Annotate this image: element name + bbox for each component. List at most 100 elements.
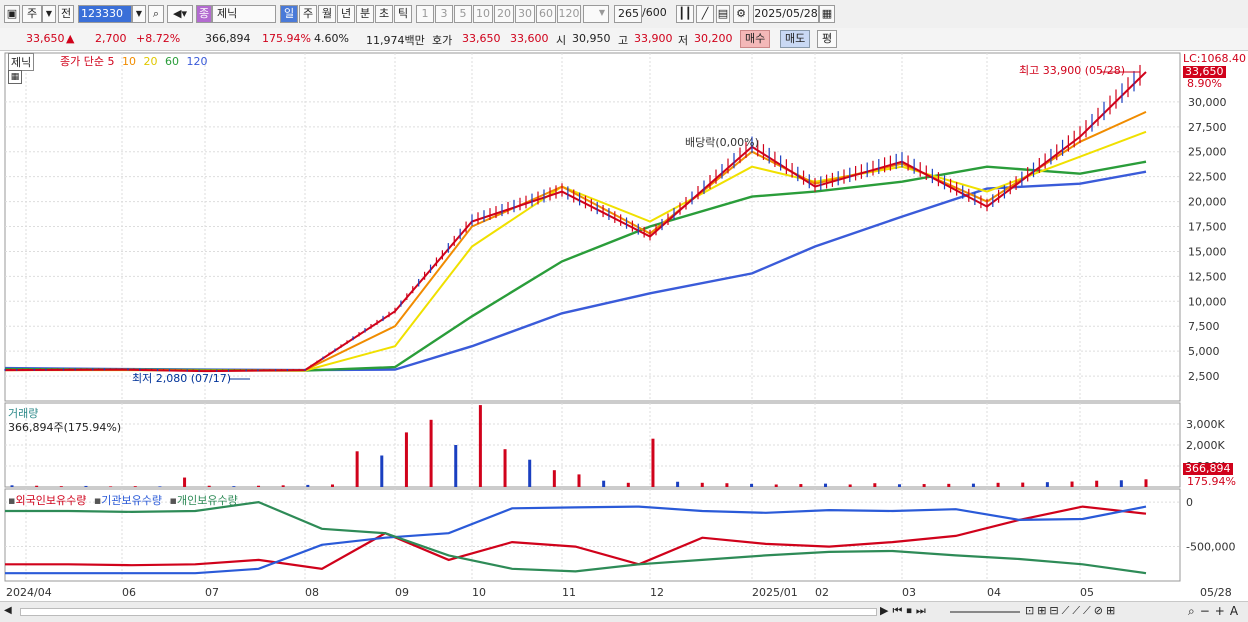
gear-icon[interactable]: ⚙ — [733, 5, 749, 23]
ma5-label: 5 — [107, 55, 115, 68]
table-icon[interactable]: ▦ — [8, 70, 22, 84]
interval-60-button[interactable]: 60 — [536, 5, 556, 23]
volume-bar — [380, 455, 384, 487]
volume-bar — [306, 484, 310, 487]
volume-ratio-tag: 175.94% — [1187, 475, 1236, 488]
lc-label: LC:1068.40 — [1183, 52, 1247, 65]
y-tick-label: 27,500 — [1188, 121, 1227, 134]
volume-bar — [207, 485, 211, 487]
volume-bar — [59, 486, 63, 487]
last-rate-tag: 8.90% — [1187, 77, 1222, 90]
item-type-badge: 종 — [196, 5, 212, 23]
zoom-slider[interactable] — [950, 611, 1020, 613]
volume-value: 366,894 — [205, 32, 251, 45]
calendar-icon[interactable]: ▦ — [819, 5, 835, 23]
institution-holding-label: 기관보유수량 — [101, 494, 163, 507]
buy-button[interactable]: 매수 — [740, 30, 771, 48]
ma-legend: 종가 단순 5 10 20 60 120 — [60, 53, 207, 69]
speaker-icon[interactable]: ◀▾ — [167, 5, 193, 23]
x-tick-label: 12 — [650, 586, 664, 599]
market-select[interactable]: 주 — [22, 5, 42, 23]
trade-amount: 11,974백만 — [366, 34, 425, 47]
volume-bar — [478, 405, 482, 487]
x-tick-label: 07 — [205, 586, 219, 599]
period-month-button[interactable]: 월 — [318, 5, 336, 23]
volume-bar — [1119, 480, 1123, 487]
volume-bar — [429, 419, 433, 487]
scroll-left-icon[interactable]: ◀ — [4, 605, 12, 616]
bid-price: 33,600 — [510, 32, 549, 45]
interval-5-button[interactable]: 5 — [454, 5, 472, 23]
eval-button[interactable]: 평 — [817, 30, 838, 48]
quote-bar: 33,650 ▲ 2,700 +8.72% 366,894 175.94% 4.… — [0, 28, 1248, 51]
interval-120-button[interactable]: 120 — [557, 5, 581, 23]
x-tick-label: 09 — [395, 586, 409, 599]
volume-bar — [1070, 481, 1074, 487]
stock-code-input[interactable]: 123330 — [78, 5, 132, 23]
window-icon[interactable]: ▣ — [4, 5, 20, 23]
interval-3-button[interactable]: 3 — [435, 5, 453, 23]
code-dropdown-icon[interactable]: ▼ — [132, 5, 146, 23]
volume-bar — [10, 485, 14, 487]
interval-10-button[interactable]: 10 — [473, 5, 493, 23]
interval-dropdown-icon[interactable]: ▼ — [596, 5, 608, 23]
period-year-button[interactable]: 년 — [337, 5, 355, 23]
search-icon[interactable]: ⌕ — [148, 5, 164, 23]
playback-controls[interactable]: ▶⏮⏹⏭ — [880, 604, 930, 618]
zoom-controls[interactable]: ⌕−+A — [1188, 604, 1243, 619]
candle-icon[interactable]: ┃┃ — [676, 5, 694, 23]
drawing-tools-icons[interactable]: ⊡⊞⊟⟋⟋⟋⊘⊞ — [1025, 604, 1118, 618]
x-tick-label: 10 — [472, 586, 486, 599]
volume-bar — [84, 485, 88, 487]
volume-bar — [232, 486, 236, 487]
volume-bar — [848, 484, 852, 487]
y-tick-label: 22,500 — [1188, 171, 1227, 184]
period-tick-button[interactable]: 틱 — [394, 5, 412, 23]
high-price: 33,900 — [634, 32, 673, 45]
all-toggle[interactable]: 전 — [58, 5, 74, 23]
interval-20-button[interactable]: 20 — [494, 5, 514, 23]
low-label: 저 — [678, 34, 689, 47]
chevron-down-icon[interactable]: ▼ — [42, 5, 56, 23]
volume-bar — [996, 482, 1000, 487]
interval-1-button[interactable]: 1 — [416, 5, 434, 23]
volume-ratio: 175.94% — [262, 32, 311, 45]
volume-bar — [971, 483, 975, 487]
toolbar: ▣ 주 ▼ 전 123330 ▼ ⌕ ◀▾ 종 제닉 일 주 월 년 분 초 틱… — [0, 0, 1248, 29]
volume-bar — [330, 484, 334, 487]
volume-bar — [577, 474, 581, 487]
sell-button[interactable]: 매도 — [780, 30, 811, 48]
chart-svg[interactable]: 2024/04 06 07 08 09 10 11 12 2025/01 02 03 04 05 05/2… — [0, 51, 1248, 601]
volume-bar — [1095, 480, 1099, 487]
volume-bar — [602, 480, 606, 487]
chart-area[interactable]: 2024/04 06 07 08 09 10 11 12 2025/01 02 03 04 05 05/2… — [0, 51, 1248, 601]
open-price: 30,950 — [572, 32, 611, 45]
volume-bar — [1144, 479, 1148, 487]
volume-bar — [725, 483, 729, 487]
interval-30-button[interactable]: 30 — [515, 5, 535, 23]
horizontal-scrollbar[interactable] — [20, 608, 877, 616]
y-tick-label: 12,500 — [1188, 270, 1227, 283]
open-label: 시 — [556, 34, 567, 47]
x-tick-label: 05 — [1080, 586, 1094, 599]
volume-bar — [528, 459, 532, 487]
y-tick-label: 30,000 — [1188, 96, 1227, 109]
y-tick-label: 5,000 — [1188, 345, 1220, 358]
volume-bar — [700, 482, 704, 487]
period-day-button[interactable]: 일 — [280, 5, 298, 23]
date-input[interactable]: 2025/05/28 — [753, 5, 819, 23]
volume-bar — [651, 438, 655, 487]
y-tick-label: 3,000K — [1186, 418, 1225, 431]
period-minute-button[interactable]: 분 — [356, 5, 374, 23]
volume-panel-value: 366,894주(175.94%) — [8, 421, 122, 434]
x-tick-label: 2024/04 — [6, 586, 52, 599]
y-tick-label: 10,000 — [1188, 295, 1227, 308]
stock-name-field[interactable]: 제닉 — [212, 5, 276, 23]
draw-tool-icon[interactable]: ╱ — [696, 5, 714, 23]
price-panel-name[interactable]: 제닉 — [8, 53, 35, 71]
period-week-button[interactable]: 주 — [299, 5, 317, 23]
volume-bar — [676, 481, 680, 487]
period-second-button[interactable]: 초 — [375, 5, 393, 23]
save-icon[interactable]: ▤ — [716, 5, 730, 23]
bar-count-input[interactable]: 265 — [614, 5, 642, 23]
